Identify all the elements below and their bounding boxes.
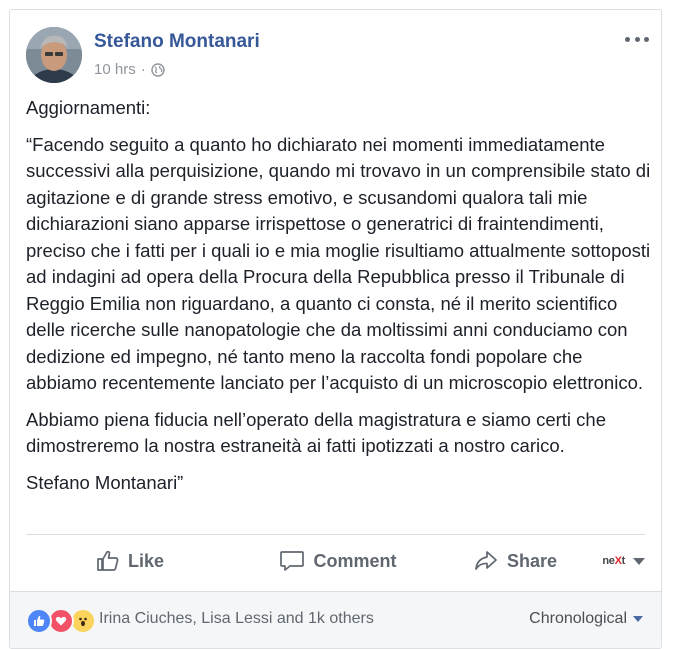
post-meta: 10 hrs · bbox=[94, 61, 165, 78]
like-button[interactable]: Like bbox=[26, 549, 234, 573]
comment-button[interactable]: Comment bbox=[234, 549, 442, 573]
next-audience-selector[interactable]: neXt bbox=[588, 555, 645, 567]
next-logo: neXt bbox=[602, 555, 625, 567]
globe-icon[interactable] bbox=[151, 62, 165, 77]
chevron-down-icon bbox=[633, 557, 645, 565]
share-button[interactable]: Share bbox=[442, 549, 588, 573]
reaction-icons[interactable] bbox=[26, 608, 96, 634]
meta-separator: · bbox=[140, 61, 146, 78]
chevron-down-icon bbox=[633, 616, 643, 622]
share-label: Share bbox=[506, 550, 558, 571]
next-logo-part: ne bbox=[602, 555, 615, 567]
reactions-footer: Irina Ciuches, Lisa Lessi and 1k others … bbox=[10, 591, 661, 648]
next-logo-x: X bbox=[614, 555, 622, 567]
post-paragraph: Stefano Montanari” bbox=[26, 471, 184, 493]
post-paragraph: Aggiornamenti: bbox=[26, 97, 151, 118]
comment-bubble-icon bbox=[280, 551, 305, 571]
post-card: Stefano Montanari 10 hrs · Aggiornamenti… bbox=[9, 9, 662, 649]
post-timestamp[interactable]: 10 hrs bbox=[94, 61, 136, 78]
like-label: Like bbox=[127, 550, 165, 571]
thumbs-up-icon bbox=[97, 550, 119, 571]
divider bbox=[26, 534, 645, 535]
avatar-photo bbox=[26, 27, 82, 83]
comment-label: Comment bbox=[313, 550, 397, 571]
post-body: Aggiornamenti: “Facendo seguito a quanto… bbox=[26, 95, 651, 506]
sort-label: Chronological bbox=[529, 610, 627, 627]
avatar[interactable] bbox=[26, 27, 82, 83]
next-logo-part: t bbox=[621, 555, 626, 567]
post-paragraph: Abbiamo piena fiducia nell’operato della… bbox=[26, 408, 606, 457]
action-bar: Like Comment Share neXt bbox=[26, 541, 645, 581]
post-paragraph: “Facendo seguito a quanto ho dichiarato … bbox=[26, 133, 651, 394]
share-arrow-icon bbox=[475, 551, 497, 570]
like-reaction-icon bbox=[26, 608, 52, 634]
post-author[interactable]: Stefano Montanari bbox=[94, 31, 260, 53]
reaction-names[interactable]: Irina Ciuches, Lisa Lessi and 1k others bbox=[99, 610, 374, 628]
comment-sort-dropdown[interactable]: Chronological bbox=[529, 610, 643, 628]
more-options-icon[interactable] bbox=[625, 32, 649, 46]
